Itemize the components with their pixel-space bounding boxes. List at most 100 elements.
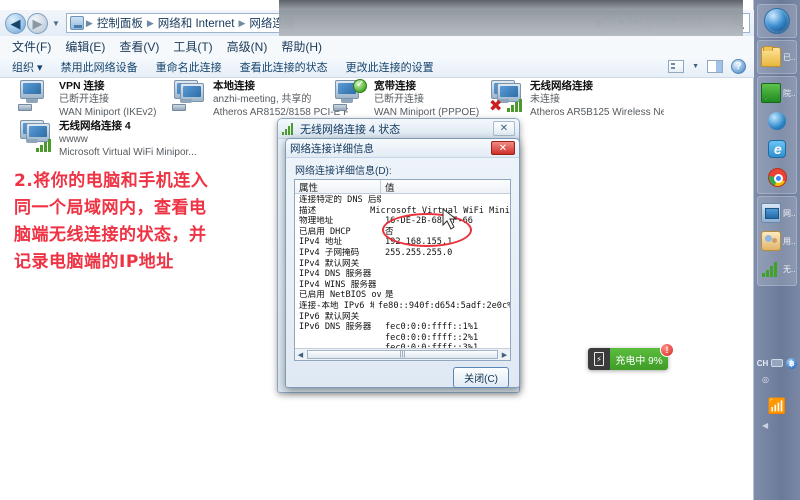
back-icon[interactable]: ◀ <box>5 12 26 34</box>
taskbar-item-chrome[interactable] <box>758 163 796 191</box>
taskbar-item-ie[interactable] <box>758 135 796 163</box>
connection-status: 已断开连接 <box>374 94 424 105</box>
menu-item-help[interactable]: 帮助(H) <box>281 38 322 55</box>
status-window-titlebar: 无线网络连接 4 状态 ✕ <box>278 119 519 139</box>
connection-name: 无线网络连接 <box>530 80 593 92</box>
connection-name: 无线网络连接 4 <box>59 120 131 132</box>
menu-item-advanced[interactable]: 高级(N) <box>227 38 268 55</box>
menu-item-edit[interactable]: 编辑(E) <box>65 38 105 55</box>
lan-connection-icon <box>172 80 208 112</box>
mouse-cursor-icon <box>442 207 458 230</box>
signal-bars-icon <box>761 259 781 279</box>
start-group <box>757 4 797 38</box>
screen-overlay-band <box>279 0 743 10</box>
broadband-connection-icon <box>333 79 369 112</box>
command-bar-right: ▼ ? <box>668 59 754 74</box>
annotation-line-0: 2.将你的电脑和手机连入 <box>14 171 209 191</box>
network-details-dialog: 网络连接详细信息 ✕ 网络连接详细信息(D): 属性 值 连接特定的 DNS 后… <box>285 138 520 388</box>
menu-item-file[interactable]: 文件(F) <box>12 38 51 55</box>
list-item[interactable]: ✖ 无线网络连接 未连接 Atheros AR5B125 Wireless Ne… <box>489 80 664 119</box>
battery-icon: ⚡ <box>588 348 610 370</box>
breadcrumb-item-1[interactable]: 网络和 Internet <box>156 15 237 31</box>
disable-device-button[interactable]: 禁用此网络设备 <box>61 59 138 75</box>
wifi-icon[interactable]: 📶 <box>754 397 800 415</box>
annotation-line-1: 同一个局域网内，查看电 <box>14 198 207 218</box>
show-hidden-icons-icon[interactable]: ◀ <box>754 421 800 430</box>
keyboard-icon[interactable] <box>771 359 784 367</box>
signal-bars-icon <box>282 122 296 135</box>
organize-button[interactable]: 组织 ▾ <box>12 59 43 75</box>
wireless-connection-icon <box>18 120 54 152</box>
taskbar-group-2: 院... <box>757 76 797 194</box>
breadcrumb-item-0[interactable]: 控制面板 <box>95 15 145 31</box>
menu-item-view[interactable]: 查看(V) <box>119 38 159 55</box>
connection-device: Atheros AR5B125 Wireless Ne... <box>530 107 664 118</box>
system-tray: CH ฿ ◎ 📶 ◀ <box>754 355 800 430</box>
taskbar-item-label: 网... <box>783 208 796 218</box>
screen-overlay-band-lower <box>279 10 743 36</box>
folder-icon <box>761 46 781 67</box>
forward-icon[interactable]: ▶ <box>27 12 48 34</box>
connection-device: WAN Miniport (IKEv2) <box>59 107 157 118</box>
taskbar-item-label: 院... <box>783 88 796 98</box>
red-annotation-text: 2.将你的电脑和手机连入 同一个局域网内，查看电 脑端无线连接的状态，并 记录电… <box>14 168 264 276</box>
list-item[interactable]: VPN 连接 已断开连接 WAN Miniport (IKEv2) <box>18 80 188 119</box>
breadcrumb-separator: ▶ <box>238 17 246 28</box>
windows-start-orb[interactable] <box>758 7 796 35</box>
ime-indicator[interactable]: CH <box>757 359 769 368</box>
network-camera-icon <box>761 203 781 223</box>
vpn-connection-icon <box>18 80 54 112</box>
connection-status: 已断开连接 <box>59 94 109 105</box>
chrome-icon <box>767 167 787 187</box>
connection-device: Microsoft Virtual WiFi Minipor... <box>59 147 197 158</box>
taskbar-item-label: 无... <box>783 264 796 274</box>
taskbar-item-green-app[interactable]: 院... <box>758 79 796 107</box>
globe-icon <box>768 112 786 130</box>
view-status-button[interactable]: 查看此连接的状态 <box>240 59 328 75</box>
wireless-connection-icon: ✖ <box>489 80 525 115</box>
chevron-down-icon[interactable]: ▼ <box>692 63 699 70</box>
users-icon <box>761 231 781 251</box>
rename-connection-button[interactable]: 重命名此连接 <box>156 59 222 75</box>
tray-extra-icon[interactable]: ◎ <box>762 375 769 384</box>
taskbar-item-folder[interactable]: 已... <box>758 43 796 71</box>
list-item[interactable]: 宽带连接 已断开连接 WAN Miniport (PPPOE) <box>333 79 493 119</box>
recent-pages-icon[interactable]: ▼ <box>49 19 63 28</box>
help-icon[interactable]: ? <box>731 59 746 74</box>
connection-status: wwww <box>59 134 88 145</box>
taskbar-group-3: 网... 用... 无... <box>757 196 797 286</box>
network-icon <box>69 16 84 30</box>
menu-bar: 文件(F) 编辑(E) 查看(V) 工具(T) 高级(N) 帮助(H) <box>0 36 754 56</box>
menu-item-tools[interactable]: 工具(T) <box>173 38 212 55</box>
command-bar: 组织 ▾ 禁用此网络设备 重命名此连接 查看此连接的状态 更改此连接的设置 ▼ … <box>0 56 754 78</box>
taskbar-item-network[interactable]: 网... <box>758 199 796 227</box>
green-app-icon <box>761 83 781 103</box>
navigation-buttons: ◀ ▶ ▼ <box>0 12 63 34</box>
close-icon[interactable]: ✕ <box>493 121 515 136</box>
status-window-title: 无线网络连接 4 状态 <box>300 123 401 136</box>
connection-name: 本地连接 <box>213 80 255 92</box>
taskbar-group-1: 已... <box>757 40 797 74</box>
taskbar: 已... 院... 网... 用... 无... <box>754 0 800 500</box>
preview-pane-icon[interactable] <box>707 60 723 73</box>
list-item[interactable]: 无线网络连接 4 wwww Microsoft Virtual WiFi Min… <box>18 120 208 159</box>
alert-badge: ! <box>660 343 674 357</box>
taskbar-item-users[interactable]: 用... <box>758 227 796 255</box>
connection-name: 宽带连接 <box>374 80 416 92</box>
charging-toast[interactable]: ⚡ 充电中 9% ! <box>588 343 674 370</box>
ie-browser-icon <box>768 140 786 158</box>
list-item[interactable]: 本地连接 anzhi-meeting, 共享的 Atheros AR8152/8… <box>172 80 348 119</box>
taskbar-item-wireless[interactable]: 无... <box>758 255 796 283</box>
annotation-line-3: 记录电脑端的IP地址 <box>14 252 174 272</box>
breadcrumb-separator: ▶ <box>85 17 93 28</box>
taskbar-item-globe[interactable] <box>758 107 796 135</box>
bluetooth-icon[interactable]: ฿ <box>786 357 798 369</box>
connection-name: VPN 连接 <box>59 80 105 92</box>
connection-status: 未连接 <box>530 94 560 105</box>
change-settings-button[interactable]: 更改此连接的设置 <box>346 59 434 75</box>
annotation-line-2: 脑端无线连接的状态，并 <box>14 225 207 245</box>
taskbar-item-label: 已... <box>783 52 796 62</box>
view-options-icon[interactable] <box>668 60 685 73</box>
breadcrumb-separator: ▶ <box>146 17 154 28</box>
connection-status: anzhi-meeting, 共享的 <box>213 94 312 105</box>
